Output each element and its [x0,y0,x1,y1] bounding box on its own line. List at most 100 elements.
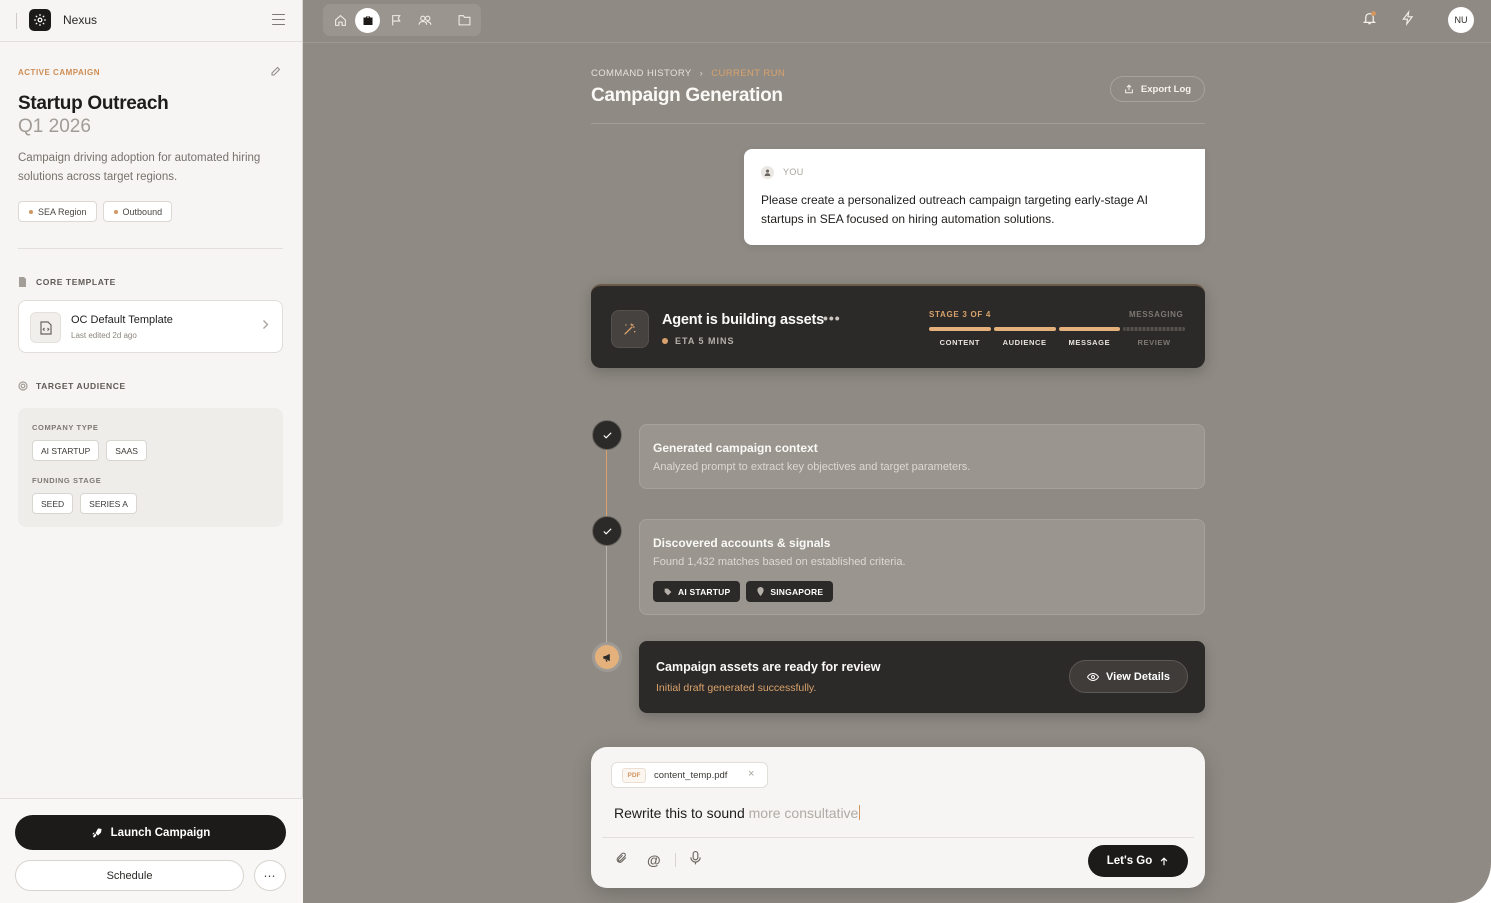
campaign-period: Q1 2026 [18,116,91,137]
funding-stage-label: FUNDING STAGE [32,476,102,485]
divider [591,123,1205,124]
message-author: YOU [783,167,804,177]
view-details-button[interactable]: View Details [1069,660,1188,693]
agent-title: Agent is building assets [662,312,824,328]
attachment-name: content_temp.pdf [654,770,728,781]
nav-group [323,4,481,36]
mention-icon[interactable]: @ [647,852,661,868]
core-template-heading: CORE TEMPLATE [18,277,116,287]
tag-icon [664,588,672,595]
eye-icon [1087,672,1099,681]
signal-tag-ai-startup[interactable]: AI STARTUP [653,581,741,602]
template-meta: Last edited 2d ago [71,331,137,340]
tag-outbound[interactable]: Outbound [102,201,173,222]
app-logo[interactable] [29,9,51,31]
app-name: Nexus [63,13,98,27]
divider [675,853,676,867]
eta-indicator: ETA 5 MINS [662,336,735,346]
chevron-right-icon [263,320,269,329]
sidebar: Nexus ACTIVE CAMPAIGN Startup Outreach Q… [0,0,303,903]
tag-region[interactable]: SEA Region [18,201,97,222]
core-template-card[interactable]: OC Default Template Last edited 2d ago [18,300,283,353]
top-bar: NU [303,0,1491,43]
chip-ai-startup[interactable]: AI STARTUP [32,440,100,461]
signal-tag-singapore[interactable]: SINGAPORE [746,581,834,602]
prompt-typed-text: Rewrite this to sound [614,805,749,821]
active-campaign-label: ACTIVE CAMPAIGN [18,68,101,77]
user-icon [761,166,774,179]
menu-icon[interactable] [272,14,285,26]
loading-dots-icon: ••• [823,310,841,326]
prompt-input[interactable]: Rewrite this to sound more consultative [614,805,861,821]
microphone-icon[interactable] [690,851,701,868]
breadcrumb-current: CURRENT RUN [711,68,786,79]
lightning-icon[interactable] [1401,10,1415,29]
prompt-suggestion: more consultative [748,805,859,821]
stage-label-message: MESSAGE [1068,338,1111,347]
gear-icon [34,14,46,26]
step-description: Analyzed prompt to extract key objective… [653,461,971,473]
briefcase-icon[interactable] [355,8,380,33]
ready-title: Campaign assets are ready for review [656,660,881,674]
stage-bar-review [1123,327,1185,331]
user-message: YOU Please create a personalized outreac… [744,149,1205,245]
home-icon[interactable] [332,12,348,28]
funding-stage-chips: SEED SERIES A [32,493,137,514]
flag-icon[interactable] [388,12,404,28]
paperclip-icon[interactable] [615,851,628,868]
chip-series-a[interactable]: SERIES A [80,493,137,514]
company-type-label: COMPANY TYPE [32,423,99,432]
user-avatar[interactable]: NU [1448,7,1474,33]
close-icon[interactable]: × [748,768,754,780]
stage-bar-content [929,327,991,331]
document-icon [18,277,28,287]
current-stage-name: MESSAGING [1129,310,1184,319]
app-window: Nexus ACTIVE CAMPAIGN Startup Outreach Q… [0,0,1491,903]
step-card-accounts: Discovered accounts & signals Found 1,43… [639,519,1205,615]
notification-dot [1371,11,1376,16]
pencil-icon[interactable] [270,65,282,77]
divider [18,248,283,249]
chevron-right-icon: › [699,68,704,79]
export-log-button[interactable]: Export Log [1110,76,1205,102]
chip-seed[interactable]: SEED [32,493,74,514]
more-options-button[interactable]: ⋯ [254,860,286,891]
stage-label-review: REVIEW [1137,338,1171,347]
page-title: Campaign Generation [591,85,783,106]
target-icon [18,381,28,391]
export-icon [1125,84,1133,94]
message-text: Please create a personalized outreach ca… [761,193,1148,226]
audience-panel: COMPANY TYPE AI STARTUP SAAS FUNDING STA… [18,408,283,527]
step-title: Discovered accounts & signals [653,536,831,550]
schedule-button[interactable]: Schedule [15,860,244,891]
company-type-chips: AI STARTUP SAAS [32,440,147,461]
target-audience-heading: TARGET AUDIENCE [18,381,126,391]
text-caret [859,805,861,820]
stage-label-content: CONTENT [939,338,981,347]
stage-label-audience: AUDIENCE [1002,338,1047,347]
arrow-up-icon [1160,856,1168,865]
launch-campaign-button[interactable]: Launch Campaign [15,815,286,850]
submit-button[interactable]: Let's Go [1088,845,1188,877]
agent-status-card: Agent is building assets ••• ETA 5 MINS … [591,284,1205,368]
step-description: Found 1,432 matches based on established… [653,556,906,568]
folder-icon[interactable] [456,12,472,28]
divider [16,13,17,29]
sidebar-actions: Launch Campaign Schedule ⋯ [0,798,303,903]
divider [602,837,1194,838]
rocket-icon [92,828,102,837]
campaign-description: Campaign driving adoption for automated … [18,152,261,183]
location-pin-icon [757,587,764,596]
stage-bar-message [1058,327,1121,331]
campaign-ready-card: Campaign assets are ready for review Ini… [639,641,1205,713]
megaphone-icon [592,642,622,672]
stage-progress-label: STAGE 3 OF 4 [929,310,992,319]
breadcrumb-parent[interactable]: COMMAND HISTORY [591,68,692,79]
users-icon[interactable] [417,12,433,28]
template-name: OC Default Template [71,314,173,326]
sidebar-header: Nexus [0,0,302,42]
step-title: Generated campaign context [653,441,818,455]
pdf-file-icon: PDF [622,768,646,783]
chip-saas[interactable]: SAAS [106,440,147,461]
attachment-chip[interactable]: PDF content_temp.pdf × [611,762,768,788]
